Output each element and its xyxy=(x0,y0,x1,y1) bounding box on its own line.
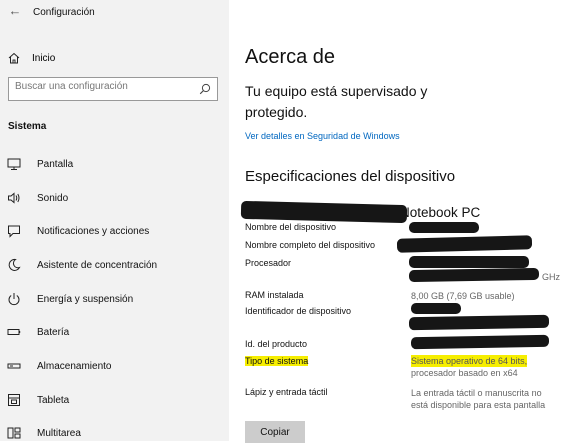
redaction-mark xyxy=(411,303,461,314)
pen-touch-value-2: está disponible para esta pantalla xyxy=(411,400,546,410)
search-icon[interactable] xyxy=(199,83,211,95)
tablet-icon xyxy=(8,394,20,406)
sidebar-item-energia[interactable]: Energía y suspensión xyxy=(0,287,229,313)
processor-label: Procesador xyxy=(245,258,292,268)
sidebar-item-label: Notificaciones y acciones xyxy=(37,226,150,237)
redaction-mark xyxy=(408,314,550,331)
sidebar-item-label: Batería xyxy=(37,327,70,338)
main-content: Acerca de Tu equipo está supervisado y p… xyxy=(229,0,563,443)
security-details-link[interactable]: Ver detalles en Seguridad de Windows xyxy=(245,131,400,141)
storage-icon xyxy=(7,363,21,369)
section-heading: Sistema xyxy=(8,121,47,132)
system-type-value-2: procesador basado en x64 xyxy=(411,368,518,378)
supervision-status: Tu equipo está supervisado y protegido. xyxy=(245,83,428,120)
sidebar-item-bateria[interactable]: Batería xyxy=(0,320,229,346)
specs-heading: Especificaciones del dispositivo xyxy=(245,168,456,185)
redaction-mark xyxy=(409,256,529,268)
ram-label: RAM instalada xyxy=(245,290,304,300)
device-name-label: Nombre del dispositivo xyxy=(245,222,337,232)
device-name-visible: Notebook PC xyxy=(400,205,481,220)
product-id-label: Id. del producto xyxy=(245,339,308,349)
pen-touch-value: La entrada táctil o manuscrita no xyxy=(411,388,542,398)
processor-value-visible: GHz xyxy=(542,272,560,282)
page-title: Acerca de xyxy=(245,46,336,68)
moon-icon xyxy=(8,258,21,271)
sidebar-item-pantalla[interactable]: Pantalla xyxy=(0,152,229,178)
redaction-mark xyxy=(408,267,540,283)
power-icon xyxy=(8,293,20,306)
nav-home-label: Inicio xyxy=(32,53,56,64)
sidebar-item-label: Multitarea xyxy=(37,428,81,439)
speaker-icon xyxy=(8,192,20,204)
sidebar-item-sonido[interactable]: Sonido xyxy=(0,186,229,212)
system-type-label: Tipo de sistema xyxy=(245,356,309,366)
home-icon xyxy=(8,52,20,64)
sidebar-item-label: Pantalla xyxy=(37,159,74,170)
nav-home[interactable]: Inicio xyxy=(0,48,229,72)
sidebar-item-concentracion[interactable]: Asistente de concentración xyxy=(0,253,229,279)
sidebar-item-label: Energía y suspensión xyxy=(37,294,134,305)
system-type-value: Sistema operativo de 64 bits, xyxy=(411,355,528,367)
sidebar-item-label: Sonido xyxy=(37,193,69,204)
app-title: Configuración xyxy=(33,7,95,18)
sidebar-item-multitarea[interactable]: Multitarea xyxy=(0,421,229,441)
sidebar-item-label: Almacenamiento xyxy=(37,361,112,372)
sidebar-item-tableta[interactable]: Tableta xyxy=(0,388,229,414)
sidebar-item-notificaciones[interactable]: Notificaciones y acciones xyxy=(0,219,229,245)
notification-icon xyxy=(8,225,20,238)
redaction-mark xyxy=(396,235,533,253)
sidebar-item-almacenamiento[interactable]: Almacenamiento xyxy=(0,354,229,380)
sidebar: ← Configuración Inicio Sistema Pantalla … xyxy=(0,0,229,441)
redaction-mark xyxy=(410,334,550,350)
pen-touch-label: Lápiz y entrada táctil xyxy=(245,387,328,397)
redaction-mark xyxy=(409,222,479,233)
search-box[interactable] xyxy=(8,77,218,101)
ram-value: 8,00 GB (7,69 GB usable) xyxy=(411,291,515,301)
title-bar: ← Configuración xyxy=(0,0,229,26)
device-id-label: Identificador de dispositivo xyxy=(245,306,352,316)
sidebar-item-label: Asistente de concentración xyxy=(37,260,158,271)
back-button[interactable]: ← xyxy=(6,3,24,18)
multitask-icon xyxy=(7,427,21,439)
monitor-icon xyxy=(7,158,21,170)
copy-button[interactable]: Copiar xyxy=(245,421,305,443)
search-input[interactable] xyxy=(15,81,185,92)
battery-icon xyxy=(7,329,21,335)
sidebar-item-label: Tableta xyxy=(37,395,70,406)
full-name-label: Nombre completo del dispositivo xyxy=(245,240,376,250)
